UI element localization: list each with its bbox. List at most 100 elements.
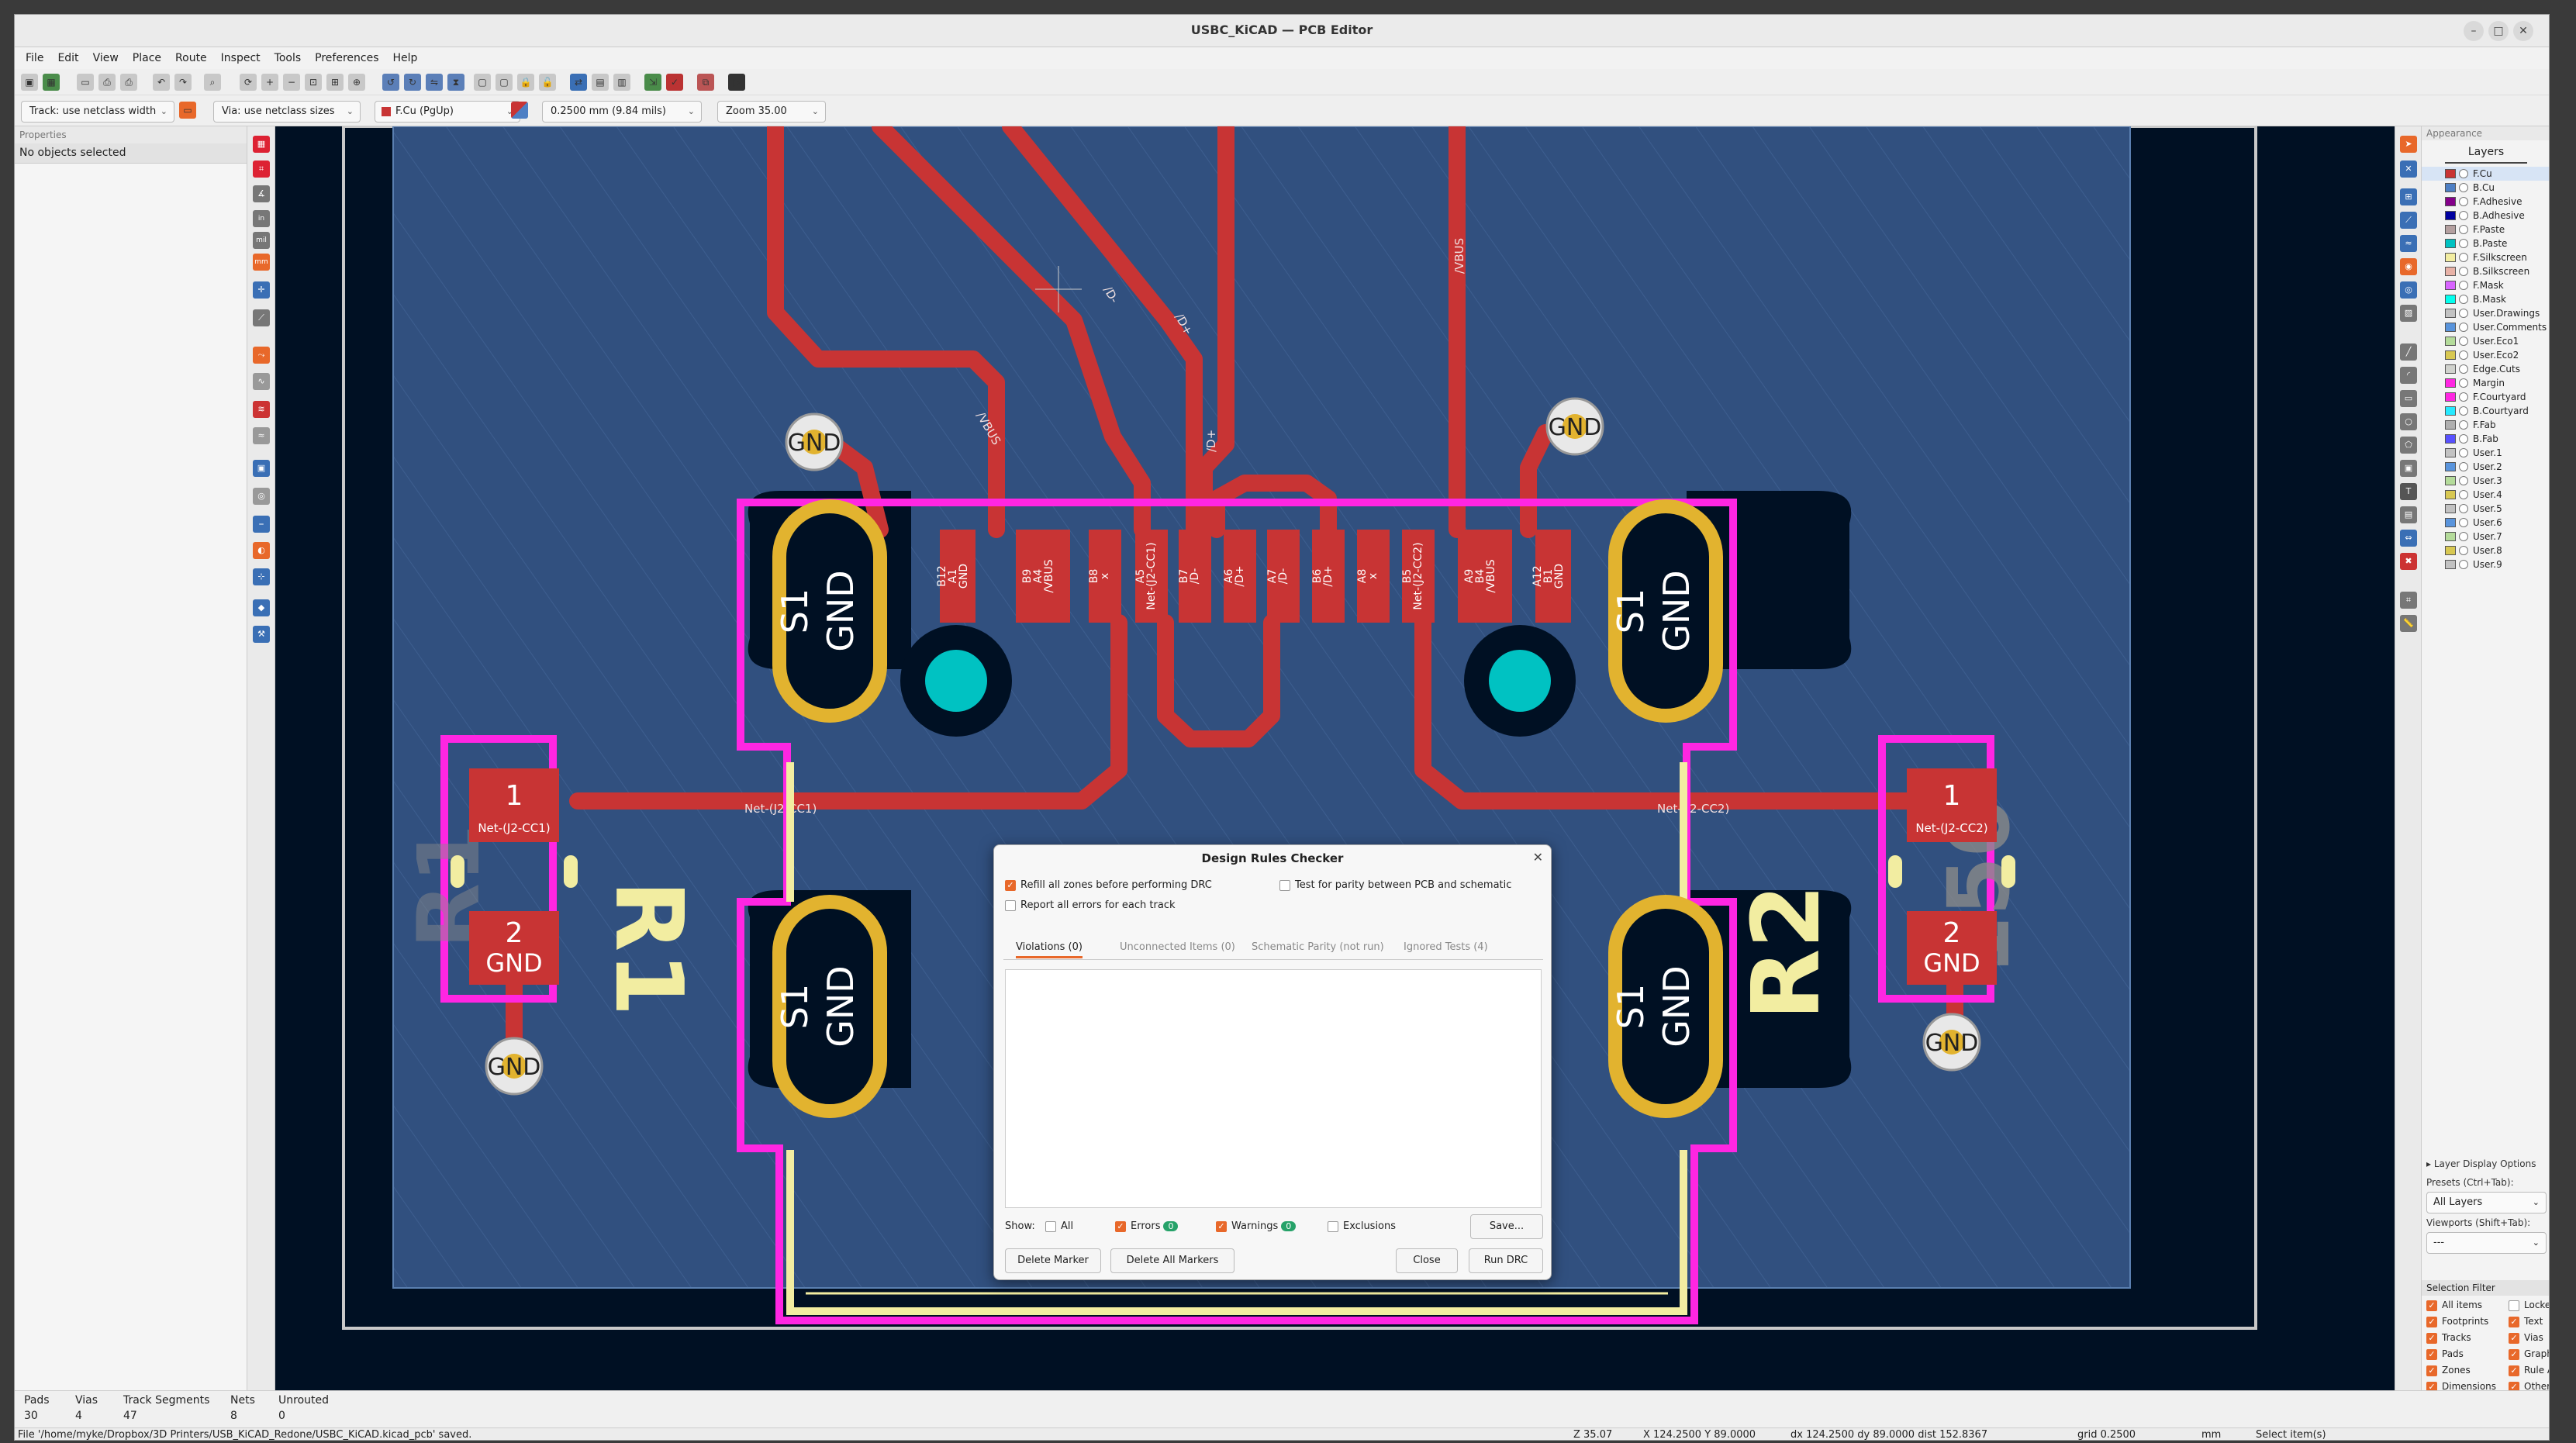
eye-icon[interactable] bbox=[2459, 560, 2468, 569]
eye-icon[interactable] bbox=[2459, 532, 2468, 541]
layer-select[interactable]: F.Cu (PgUp) ⌄ bbox=[375, 101, 520, 123]
layer-row[interactable]: User.Eco1 bbox=[2422, 334, 2549, 348]
via-size-select[interactable]: Via: use netclass sizes ⌄ bbox=[213, 101, 361, 123]
layer-display-options[interactable]: ▸ Layer Display Options bbox=[2422, 1156, 2540, 1172]
layer-row[interactable]: B.Silkscreen bbox=[2422, 264, 2549, 278]
layer-row[interactable]: B.Fab bbox=[2422, 432, 2549, 446]
flip-icon[interactable]: ⇋ bbox=[426, 74, 443, 91]
layer-row[interactable]: B.Cu bbox=[2422, 181, 2549, 195]
layer-color-swatch[interactable] bbox=[2445, 323, 2456, 332]
layer-color-swatch[interactable] bbox=[2445, 448, 2456, 457]
netlist-icon[interactable]: ⇄ bbox=[570, 74, 587, 91]
eye-icon[interactable] bbox=[2459, 490, 2468, 499]
group-icon[interactable]: ▢ bbox=[474, 74, 491, 91]
menu-file[interactable]: File bbox=[26, 47, 43, 69]
eye-icon[interactable] bbox=[2459, 295, 2468, 304]
close-icon[interactable]: ✕ bbox=[2513, 21, 2533, 41]
footprint-editor-icon[interactable]: ▤ bbox=[592, 74, 609, 91]
layer-row[interactable]: User.6 bbox=[2422, 516, 2549, 530]
menu-tools[interactable]: Tools bbox=[275, 47, 302, 69]
eye-icon[interactable] bbox=[2459, 253, 2468, 262]
add-text-icon[interactable]: T bbox=[2400, 483, 2417, 500]
layer-row[interactable]: User.Eco2 bbox=[2422, 348, 2549, 362]
properties-panel-icon[interactable]: ⚒ bbox=[253, 626, 270, 643]
zoom-in-icon[interactable]: + bbox=[261, 74, 278, 91]
eye-icon[interactable] bbox=[2459, 392, 2468, 402]
menu-preferences[interactable]: Preferences bbox=[315, 47, 378, 69]
draw-polygon-icon[interactable]: ⬠ bbox=[2400, 437, 2417, 454]
refresh-icon[interactable]: ⟳ bbox=[240, 74, 257, 91]
grid-origin-icon[interactable]: ⌗ bbox=[2400, 592, 2417, 609]
menu-inspect[interactable]: Inspect bbox=[221, 47, 261, 69]
layer-color-swatch[interactable] bbox=[2445, 364, 2456, 374]
layer-color-swatch[interactable] bbox=[2445, 476, 2456, 485]
lock-icon[interactable]: 🔒 bbox=[517, 74, 534, 91]
filter-dimensions[interactable]: ✓ Dimensions bbox=[2426, 1379, 2496, 1390]
eye-icon[interactable] bbox=[2459, 434, 2468, 444]
draw-rect-icon[interactable]: ▭ bbox=[2400, 390, 2417, 407]
drc-icon[interactable]: ✓ bbox=[666, 74, 683, 91]
scripting-console-icon[interactable]: ▶ bbox=[728, 74, 745, 91]
eye-icon[interactable] bbox=[2459, 448, 2468, 457]
unlock-icon[interactable]: 🔓 bbox=[539, 74, 556, 91]
layer-row[interactable]: B.Mask bbox=[2422, 292, 2549, 306]
layer-row[interactable]: User.5 bbox=[2422, 502, 2549, 516]
layer-color-swatch[interactable] bbox=[2445, 434, 2456, 444]
zoom-select[interactable]: Zoom 35.00 ⌄ bbox=[717, 101, 826, 123]
layer-row[interactable]: B.Courtyard bbox=[2422, 404, 2549, 418]
tab-violations[interactable]: Violations (0) bbox=[1016, 941, 1083, 958]
layer-color-swatch[interactable] bbox=[2445, 253, 2456, 262]
measure-tool-icon[interactable]: 📏 bbox=[2400, 615, 2417, 632]
zone-outline-icon[interactable]: ≈ bbox=[253, 427, 270, 444]
layer-color-swatch[interactable] bbox=[2445, 337, 2456, 346]
menu-help[interactable]: Help bbox=[393, 47, 418, 69]
layer-row[interactable]: F.Fab bbox=[2422, 418, 2549, 432]
track-fill-icon[interactable]: ⎯ bbox=[253, 516, 270, 533]
eye-icon[interactable] bbox=[2459, 169, 2468, 178]
layer-row[interactable]: User.4 bbox=[2422, 488, 2549, 502]
run-drc-button[interactable]: Run DRC bbox=[1469, 1248, 1543, 1273]
layer-color-swatch[interactable] bbox=[2445, 392, 2456, 402]
layer-color-swatch[interactable] bbox=[2445, 197, 2456, 206]
refill-zones-checkbox[interactable]: ✓ Refill all zones before performing DRC bbox=[1005, 879, 1212, 891]
layer-color-swatch[interactable] bbox=[2445, 350, 2456, 360]
redo-icon[interactable]: ↷ bbox=[174, 74, 192, 91]
layer-color-swatch[interactable] bbox=[2445, 281, 2456, 290]
find-icon[interactable]: ⌕ bbox=[204, 74, 221, 91]
cursor-shape-icon[interactable]: ✛ bbox=[253, 281, 270, 299]
drc-markers-icon[interactable]: ▦ bbox=[253, 136, 270, 153]
zoom-fit-icon[interactable]: ⊡ bbox=[305, 74, 322, 91]
tune-length-icon[interactable]: ◉ bbox=[2400, 258, 2417, 275]
add-textbox-icon[interactable]: ▤ bbox=[2400, 506, 2417, 523]
net-highlight-icon[interactable]: ⊹ bbox=[253, 568, 270, 585]
filter-tracks[interactable]: ✓ Tracks bbox=[2426, 1330, 2471, 1346]
report-all-errors-checkbox[interactable]: Report all errors for each track bbox=[1005, 899, 1176, 911]
polar-coords-icon[interactable]: ∡ bbox=[253, 185, 270, 202]
eye-icon[interactable] bbox=[2459, 378, 2468, 388]
zone-fill-icon[interactable]: ≋ bbox=[253, 401, 270, 418]
units-inch-icon[interactable]: in bbox=[253, 210, 270, 227]
update-from-schematic-icon[interactable]: ⇲ bbox=[644, 74, 661, 91]
high-contrast-icon[interactable]: ◐ bbox=[253, 542, 270, 559]
save-button[interactable]: Save... bbox=[1470, 1214, 1543, 1239]
layer-row[interactable]: User.7 bbox=[2422, 530, 2549, 544]
show-ratsnest-icon[interactable]: ⤳ bbox=[253, 347, 270, 364]
filter-vias[interactable]: ✓ Vias bbox=[2509, 1330, 2543, 1346]
filter-graphics[interactable]: ✓ Graphics bbox=[2509, 1346, 2549, 1362]
ungroup-icon[interactable]: ▢ bbox=[496, 74, 513, 91]
ratsnest-icon[interactable]: ⟋ bbox=[253, 309, 270, 326]
eye-icon[interactable] bbox=[2459, 518, 2468, 527]
eye-icon[interactable] bbox=[2459, 197, 2468, 206]
layer-row[interactable]: User.9 bbox=[2422, 558, 2549, 571]
add-image-icon[interactable]: ▣ bbox=[2400, 460, 2417, 477]
curved-ratsnest-icon[interactable]: ∿ bbox=[253, 373, 270, 390]
maximize-icon[interactable]: □ bbox=[2488, 21, 2509, 41]
via-fill-icon[interactable]: ◎ bbox=[253, 488, 270, 505]
layer-color-swatch[interactable] bbox=[2445, 532, 2456, 541]
filter-pads[interactable]: ✓ Pads bbox=[2426, 1346, 2464, 1362]
filter-locked[interactable]: Locked bbox=[2509, 1297, 2549, 1314]
footprint-tool-icon[interactable]: ⊞ bbox=[2400, 188, 2417, 205]
layer-row[interactable]: User.Comments bbox=[2422, 320, 2549, 334]
rotate-cw-icon[interactable]: ↻ bbox=[404, 74, 421, 91]
add-zone-icon[interactable]: ▨ bbox=[2400, 305, 2417, 322]
